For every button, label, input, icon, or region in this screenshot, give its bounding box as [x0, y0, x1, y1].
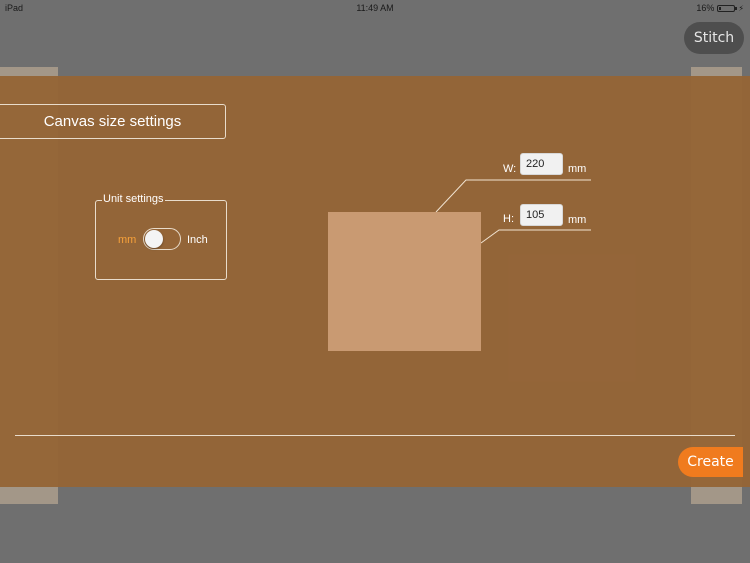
- width-input[interactable]: [520, 153, 563, 175]
- height-leader-line: [480, 229, 591, 244]
- canvas-size-dialog: Canvas size settings Unit settings mm In…: [0, 76, 750, 487]
- battery-status: 16% ⚡: [696, 3, 744, 13]
- dialog-divider: [15, 435, 735, 436]
- create-button[interactable]: Create: [678, 447, 743, 477]
- canvas-preview: [328, 212, 481, 351]
- height-label: H:: [503, 213, 514, 225]
- charging-icon: ⚡: [738, 3, 744, 13]
- stitch-button[interactable]: Stitch: [684, 22, 744, 54]
- battery-percentage: 16%: [696, 3, 715, 13]
- height-unit: mm: [568, 214, 587, 226]
- status-bar: iPad 11:49 AM 16% ⚡: [0, 0, 750, 16]
- width-label: W:: [503, 163, 517, 175]
- battery-fill: [719, 6, 722, 10]
- width-unit: mm: [568, 163, 587, 175]
- battery-icon: [717, 4, 738, 12]
- height-input[interactable]: [520, 204, 563, 226]
- clock: 11:49 AM: [356, 3, 394, 13]
- width-leader-line: [435, 179, 591, 213]
